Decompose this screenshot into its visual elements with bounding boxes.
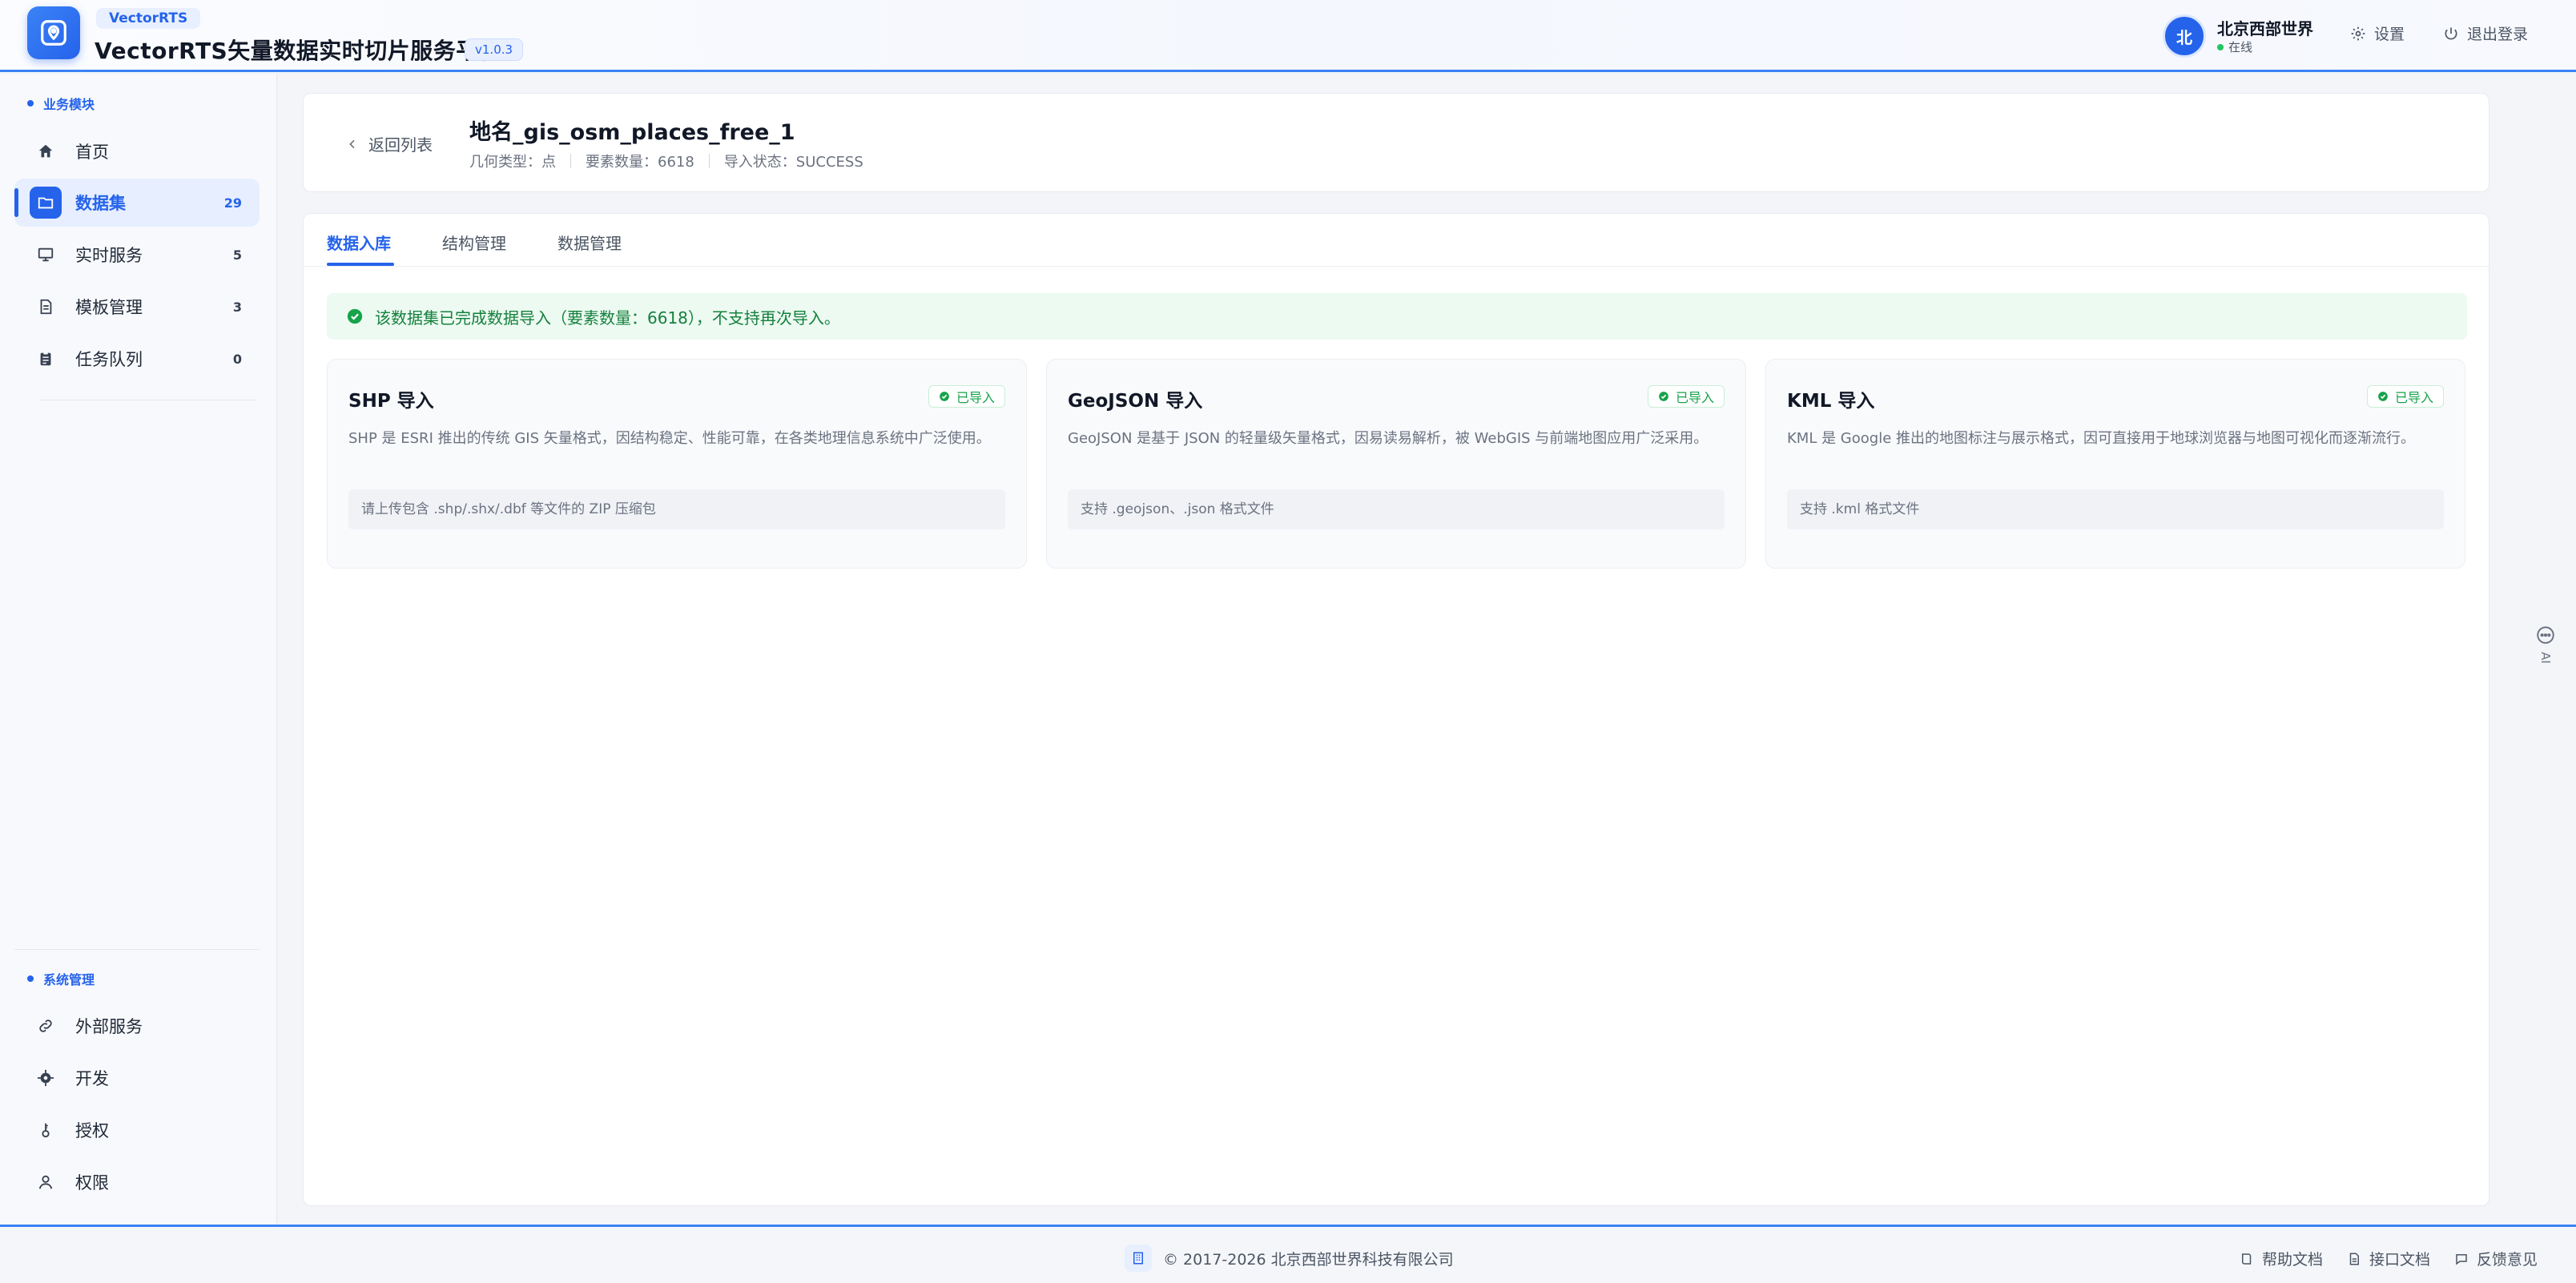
sidebar-item-label: 任务队列 xyxy=(75,350,143,369)
tab-data-import[interactable]: 数据入库 xyxy=(327,231,391,254)
gear-icon xyxy=(34,1066,58,1090)
business-section-label: 业务模块 xyxy=(27,94,95,113)
card-title: SHP 导入 xyxy=(348,391,434,412)
card-hint: 请上传包含 .shp/.shx/.dbf 等文件的 ZIP 压缩包 xyxy=(348,489,1005,529)
footer: © 2017-2026 北京西部世界科技有限公司 帮助文档 接口文档 反馈意见 xyxy=(0,1225,2576,1283)
feedback-icon xyxy=(2456,1253,2467,1265)
check-circle-icon xyxy=(2378,392,2388,401)
sidebar-item-external-services[interactable]: 外部服务 xyxy=(14,1002,260,1050)
sidebar-item-develop[interactable]: 开发 xyxy=(14,1054,260,1102)
tab-data-management[interactable]: 数据管理 xyxy=(557,231,622,254)
api-docs-link[interactable]: 接口文档 xyxy=(2347,1248,2430,1269)
dataset-meta: 几何类型：点 要素数量：6618 导入状态：SUCCESS xyxy=(469,151,863,171)
settings-button[interactable]: 设置 xyxy=(2350,22,2405,44)
ai-assistant-button[interactable]: AI xyxy=(2531,625,2560,664)
app-logo-icon[interactable] xyxy=(27,6,80,59)
sidebar-item-label: 授权 xyxy=(75,1121,109,1140)
avatar[interactable]: 北 xyxy=(2163,14,2206,58)
sidebar-item-realtime-services[interactable]: 实时服务 5 xyxy=(14,231,260,279)
gear-icon xyxy=(2351,26,2365,40)
sidebar-item-label: 首页 xyxy=(75,143,109,162)
check-circle-icon xyxy=(1659,392,1668,401)
kml-import-card[interactable]: KML 导入 已导入 KML 是 Google 推出的地图标注与展示格式，因可直… xyxy=(1765,359,2465,569)
online-dot-icon xyxy=(2217,43,2224,50)
sidebar-item-label: 数据集 xyxy=(75,194,126,213)
sidebar-item-label: 实时服务 xyxy=(75,246,143,265)
monitor-icon xyxy=(34,243,58,267)
system-section-label: 系统管理 xyxy=(27,969,95,988)
document-icon xyxy=(34,295,58,319)
sidebar-item-license[interactable]: 授权 xyxy=(14,1106,260,1154)
user-status: 在线 xyxy=(2217,38,2252,55)
copyright: © 2017-2026 北京西部世界科技有限公司 xyxy=(1125,1245,1454,1272)
link-icon xyxy=(34,1014,58,1038)
sidebar: 业务模块 首页 数据集 29 实时服务 5 模板管理 3 任务队列 0 系统管理… xyxy=(0,74,277,1225)
sidebar-item-label: 模板管理 xyxy=(75,298,143,317)
book-icon xyxy=(2242,1253,2252,1265)
back-to-list-button[interactable]: 返回列表 xyxy=(346,132,433,155)
geojson-import-card[interactable]: GeoJSON 导入 已导入 GeoJSON 是基于 JSON 的轻量级矢量格式… xyxy=(1046,359,1746,569)
shp-import-card[interactable]: SHP 导入 已导入 SHP 是 ESRI 推出的传统 GIS 矢量格式，因结构… xyxy=(327,359,1027,569)
building-icon xyxy=(1125,1245,1152,1272)
tab-bar-divider xyxy=(303,266,2489,267)
logout-button[interactable]: 退出登录 xyxy=(2443,22,2528,44)
chat-bubble-icon xyxy=(2537,626,2554,644)
count-badge: 29 xyxy=(223,195,242,211)
user-icon xyxy=(34,1170,58,1194)
import-complete-alert: 该数据集已完成数据导入（要素数量：6618），不支持再次导入。 xyxy=(327,293,2467,340)
user-name[interactable]: 北京西部世界 xyxy=(2217,16,2313,39)
feature-count: 要素数量：6618 xyxy=(586,154,694,171)
sidebar-item-permissions[interactable]: 权限 xyxy=(14,1158,260,1206)
back-label: 返回列表 xyxy=(368,135,433,155)
card-title: GeoJSON 导入 xyxy=(1068,391,1203,412)
geometry-type: 几何类型：点 xyxy=(469,154,556,171)
sidebar-item-label: 开发 xyxy=(75,1069,109,1088)
status-badge: 已导入 xyxy=(928,385,1005,408)
feedback-link[interactable]: 反馈意见 xyxy=(2454,1248,2538,1269)
card-title: KML 导入 xyxy=(1787,391,1875,412)
card-description: SHP 是 ESRI 推出的传统 GIS 矢量格式，因结构稳定、性能可靠，在各类… xyxy=(348,430,991,447)
count-badge: 0 xyxy=(232,351,242,367)
sidebar-item-datasets[interactable]: 数据集 29 xyxy=(14,179,260,227)
clipboard-icon xyxy=(34,347,58,371)
alert-text: 该数据集已完成数据导入（要素数量：6618），不支持再次导入。 xyxy=(375,308,840,328)
file-icon xyxy=(2349,1253,2359,1265)
tab-schema-management[interactable]: 结构管理 xyxy=(442,231,506,254)
user-status-label: 在线 xyxy=(2228,40,2253,54)
divider xyxy=(14,949,260,950)
import-status: 导入状态：SUCCESS xyxy=(723,154,863,171)
ai-label: AI xyxy=(2538,652,2553,664)
logout-label: 退出登录 xyxy=(2467,26,2529,43)
chevron-left-icon xyxy=(349,139,355,148)
home-icon xyxy=(34,139,58,163)
sidebar-item-label: 权限 xyxy=(75,1173,109,1193)
active-tab-indicator xyxy=(327,263,394,266)
check-circle-icon xyxy=(940,392,949,401)
help-docs-link[interactable]: 帮助文档 xyxy=(2240,1248,2323,1269)
status-badge: 已导入 xyxy=(1647,385,1725,408)
copyright-text: © 2017-2026 北京西部世界科技有限公司 xyxy=(1163,1250,1454,1269)
status-badge: 已导入 xyxy=(2366,385,2444,408)
sidebar-item-label: 外部服务 xyxy=(75,1017,143,1036)
count-badge: 5 xyxy=(232,247,242,263)
page-title: 地名_gis_osm_places_free_1 xyxy=(469,120,795,145)
card-hint: 支持 .geojson、.json 格式文件 xyxy=(1068,489,1725,529)
app-title: VectorRTS矢量数据实时切片服务平台 xyxy=(95,38,502,64)
version-badge: v1.0.3 xyxy=(465,38,524,61)
key-icon xyxy=(34,1118,58,1142)
sidebar-item-templates[interactable]: 模板管理 3 xyxy=(14,283,260,331)
power-icon xyxy=(2445,27,2457,39)
folder-icon xyxy=(30,187,62,219)
card-hint: 支持 .kml 格式文件 xyxy=(1787,489,2444,529)
card-description: KML 是 Google 推出的地图标注与展示格式，因可直接用于地球浏览器与地图… xyxy=(1787,430,2415,447)
count-badge: 3 xyxy=(232,299,242,315)
card-description: GeoJSON 是基于 JSON 的轻量级矢量格式，因易读易解析，被 WebGI… xyxy=(1068,430,1709,447)
top-header: VectorRTS VectorRTS矢量数据实时切片服务平台 v1.0.3 北… xyxy=(0,0,2576,72)
sidebar-item-home[interactable]: 首页 xyxy=(14,127,260,175)
brand-tag: VectorRTS xyxy=(96,8,201,29)
sidebar-item-task-queue[interactable]: 任务队列 0 xyxy=(14,335,260,383)
check-circle-icon xyxy=(347,308,363,324)
settings-label: 设置 xyxy=(2374,26,2405,43)
